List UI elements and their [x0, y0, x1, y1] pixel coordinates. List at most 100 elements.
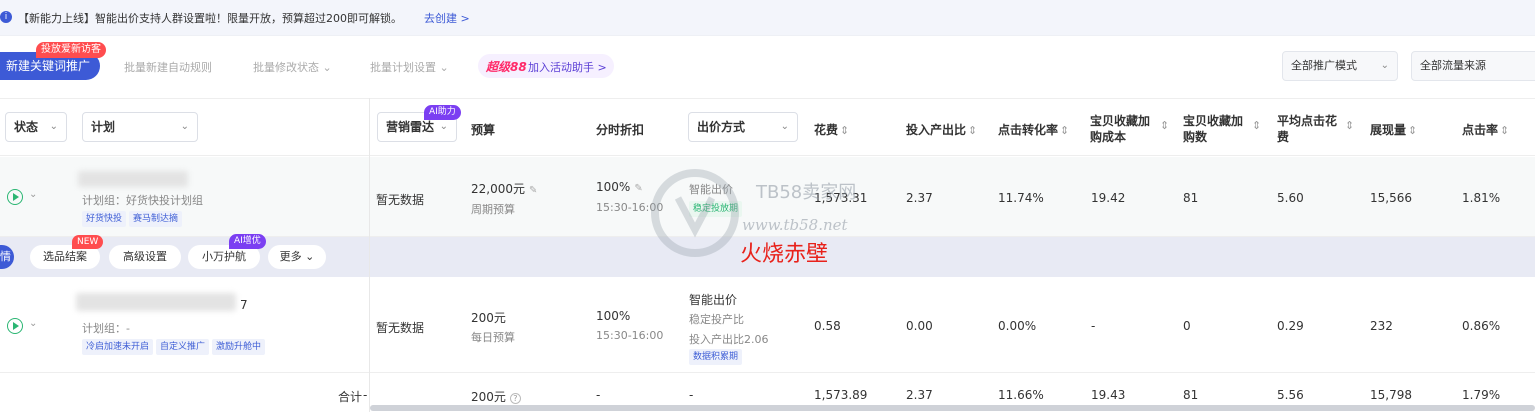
total-ctr: 1.79%: [1462, 388, 1501, 402]
fav-cost-value: 19.42: [1091, 191, 1126, 205]
chevron-down-icon: ⌄: [780, 121, 789, 132]
ctr-value: 0.86%: [1462, 319, 1501, 333]
discount-time: 15:30-16:00: [596, 329, 664, 342]
sort-icon: ⇕: [1160, 119, 1170, 132]
plan-tag: 好货快投: [82, 211, 127, 227]
chevron-down-icon[interactable]: ⌄: [29, 318, 37, 329]
frozen-column-divider: [369, 98, 370, 412]
plan-filter-select[interactable]: 计划 ⌄: [82, 112, 198, 142]
budget-value: 22,000元 ✎: [471, 182, 538, 196]
total-cvr: 11.66%: [998, 388, 1044, 402]
info-icon: i: [0, 11, 12, 23]
plan-tags: 好货快投 赛马制达摘: [82, 210, 185, 227]
ai-assist-badge: AI助力: [424, 105, 461, 120]
plan-group-text: 计划组：-: [82, 322, 130, 335]
plan-name-suffix: 7: [240, 298, 248, 312]
fav-count-header[interactable]: 宝贝收藏加购数: [1183, 113, 1247, 145]
edit-icon[interactable]: ✎: [634, 183, 642, 194]
plan-tag: 自定义推广: [156, 339, 210, 355]
notice-create-link[interactable]: 去创建 >: [424, 10, 470, 26]
total-label: 合计: [338, 390, 363, 404]
discount-value: 100%: [596, 309, 631, 323]
new-badge: NEW: [72, 235, 104, 249]
chevron-down-icon: ⌄: [49, 121, 58, 132]
roi-value: 0.00: [906, 319, 933, 333]
fav-cost-header[interactable]: 宝贝收藏加购成本: [1090, 113, 1156, 145]
sort-icon: ⇕: [1408, 124, 1418, 137]
cvr-header[interactable]: 点击转化率 ⇕: [998, 121, 1069, 138]
status-filter-select[interactable]: 状态 ⌄: [5, 112, 67, 142]
play-status-icon[interactable]: [7, 318, 23, 334]
details-button[interactable]: 情: [0, 245, 14, 269]
help-icon[interactable]: ?: [509, 393, 521, 404]
impressions-value: 232: [1370, 319, 1393, 333]
cvr-value: 0.00%: [998, 319, 1037, 333]
horizontal-scrollbar[interactable]: [370, 405, 1535, 411]
total-budget: 200元?: [471, 388, 521, 405]
sort-icon: ⇕: [1500, 124, 1510, 137]
radar-value: 暂无数据: [376, 193, 425, 207]
roi-value: 2.37: [906, 191, 933, 205]
discount-value: 100% ✎: [596, 180, 643, 194]
total-bid: -: [689, 388, 694, 402]
bid-strategy-value: 稳定投产比: [689, 313, 744, 326]
batch-create-rule-button[interactable]: 批量新建自动规则: [124, 59, 212, 75]
bid-stage-tag: 稳定投放期: [689, 200, 745, 217]
more-button[interactable]: 更多 ⌄: [268, 245, 326, 269]
promotion-mode-select[interactable]: 全部推广模式 ⌄: [1282, 51, 1398, 81]
batch-modify-status-button[interactable]: 批量修改状态 ⌄: [253, 59, 332, 75]
total-radar: -: [363, 388, 368, 402]
bid-stage-tag: 数据积累期: [689, 348, 745, 365]
chevron-down-icon: ⌄: [1380, 60, 1389, 71]
cost-header[interactable]: 花费 ⇕: [814, 121, 849, 138]
plan-group-text: 计划组：好货快投计划组: [82, 194, 203, 207]
budget-type: 周期预算: [471, 203, 515, 216]
chevron-down-icon[interactable]: ⌄: [29, 189, 37, 200]
traffic-source-select[interactable]: 全部流量来源: [1411, 51, 1535, 81]
sort-icon: ⇕: [840, 124, 850, 137]
edit-icon[interactable]: ✎: [529, 185, 537, 196]
radar-value: 暂无数据: [376, 321, 425, 335]
super88-logo: 超级88: [486, 60, 527, 74]
play-status-icon[interactable]: [7, 189, 23, 205]
total-avg-cpc: 5.56: [1277, 388, 1304, 402]
roi-header[interactable]: 投入产出比 ⇕: [906, 121, 977, 138]
budget-value: 200元: [471, 311, 506, 325]
total-impressions: 15,798: [1370, 388, 1412, 402]
plan-tag: 冷启加速未开启: [82, 339, 154, 355]
notice-bar: i 【新能力上线】智能出价支持人群设置啦！限量开放，预算超过200即可解锁。 去…: [0, 0, 1535, 36]
advanced-settings-button[interactable]: 高级设置: [109, 245, 181, 269]
table-header: 状态 ⌄ 计划 ⌄ 营销雷达 ⌄ AI助力 预算 分时折扣 出价方式 ⌄ 花费 ⇕ 投入产…: [0, 98, 1535, 156]
bid-roi-target: 投入产出比2.06: [689, 333, 769, 346]
sort-icon: ⇕: [1345, 119, 1355, 132]
activity-assistant-button[interactable]: 超级88 加入活动助手 >: [478, 54, 614, 78]
ctr-value: 1.81%: [1462, 191, 1501, 205]
bid-mode-select[interactable]: 出价方式 ⌄: [688, 112, 798, 142]
cost-value: 1,573.31: [814, 191, 868, 205]
plan-name-redacted: [78, 171, 188, 187]
bid-mode-value: 智能出价: [689, 293, 738, 307]
activity-assistant-label: 加入活动助手 >: [528, 61, 607, 74]
total-roi: 2.37: [906, 388, 933, 402]
plan-tag: 激励升舱中: [212, 339, 266, 355]
table-row: ⌄ 7 计划组：- 冷启加速未开启 自定义推广 激励升舱中 暂无数据 200元 每日…: [0, 277, 1535, 373]
sort-icon: ⇕: [1060, 124, 1070, 137]
ai-optimize-badge: AI增优: [229, 234, 266, 249]
plan-tags: 冷启加速未开启 自定义推广 激励升舱中: [82, 338, 268, 355]
ctr-header[interactable]: 点击率 ⇕: [1462, 121, 1509, 138]
avg-cpc-value: 5.60: [1277, 191, 1304, 205]
notice-text: 【新能力上线】智能出价支持人群设置啦！限量开放，预算超过200即可解锁。: [18, 12, 402, 25]
avg-cpc-value: 0.29: [1277, 319, 1304, 333]
impressions-header[interactable]: 展现量 ⇕: [1370, 121, 1417, 138]
avg-cpc-header[interactable]: 平均点击花费: [1277, 113, 1341, 145]
budget-header: 预算: [471, 123, 496, 137]
cost-value: 0.58: [814, 319, 841, 333]
sort-icon: ⇕: [1252, 119, 1262, 132]
total-fav-count: 81: [1183, 388, 1199, 402]
time-discount-header: 分时折扣: [596, 123, 645, 137]
batch-plan-settings-button[interactable]: 批量计划设置 ⌄: [370, 59, 449, 75]
new-visitor-badge: 投放爱新访客: [36, 42, 106, 58]
cvr-value: 11.74%: [998, 191, 1044, 205]
total-cost: 1,573.89: [814, 388, 868, 402]
chevron-down-icon: ⌄: [180, 121, 189, 132]
